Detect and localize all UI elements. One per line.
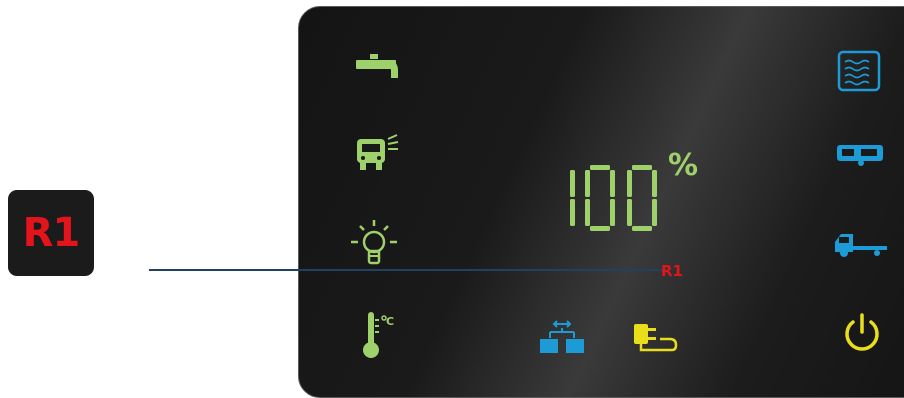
display-segment [570,199,575,226]
display-segment [632,165,652,170]
display-segment [585,170,590,197]
vehicle-headlight-icon[interactable] [357,133,401,177]
display-segment [610,199,615,226]
display-segment [610,170,615,197]
power-icon[interactable] [840,312,884,360]
display-segment [652,170,657,197]
display-segment [590,165,610,170]
water-tap-icon[interactable] [356,54,400,88]
thermometer-celsius-icon[interactable]: C [362,312,398,364]
r1-badge-label: R1 [22,210,81,256]
display-segment [590,226,610,231]
display-segment [570,170,575,197]
water-heater-icon[interactable] [837,50,881,96]
percent-sign: % [668,148,699,183]
callout-label-r1: R1 [661,262,683,280]
display-segment [585,199,590,226]
display-segment [627,170,632,197]
tow-vehicle-icon[interactable] [835,228,889,262]
caravan-icon[interactable] [837,143,887,171]
battery-link-icon[interactable] [538,318,586,360]
display-segment [652,199,657,226]
svg-text:C: C [386,315,394,328]
percentage-display: 100 [545,165,665,241]
display-segment [632,226,652,231]
mains-plug-icon[interactable] [632,320,678,358]
display-segment [627,199,632,226]
callout-line [149,269,663,271]
light-bulb-icon[interactable] [349,218,399,274]
r1-badge: R1 [8,190,94,276]
